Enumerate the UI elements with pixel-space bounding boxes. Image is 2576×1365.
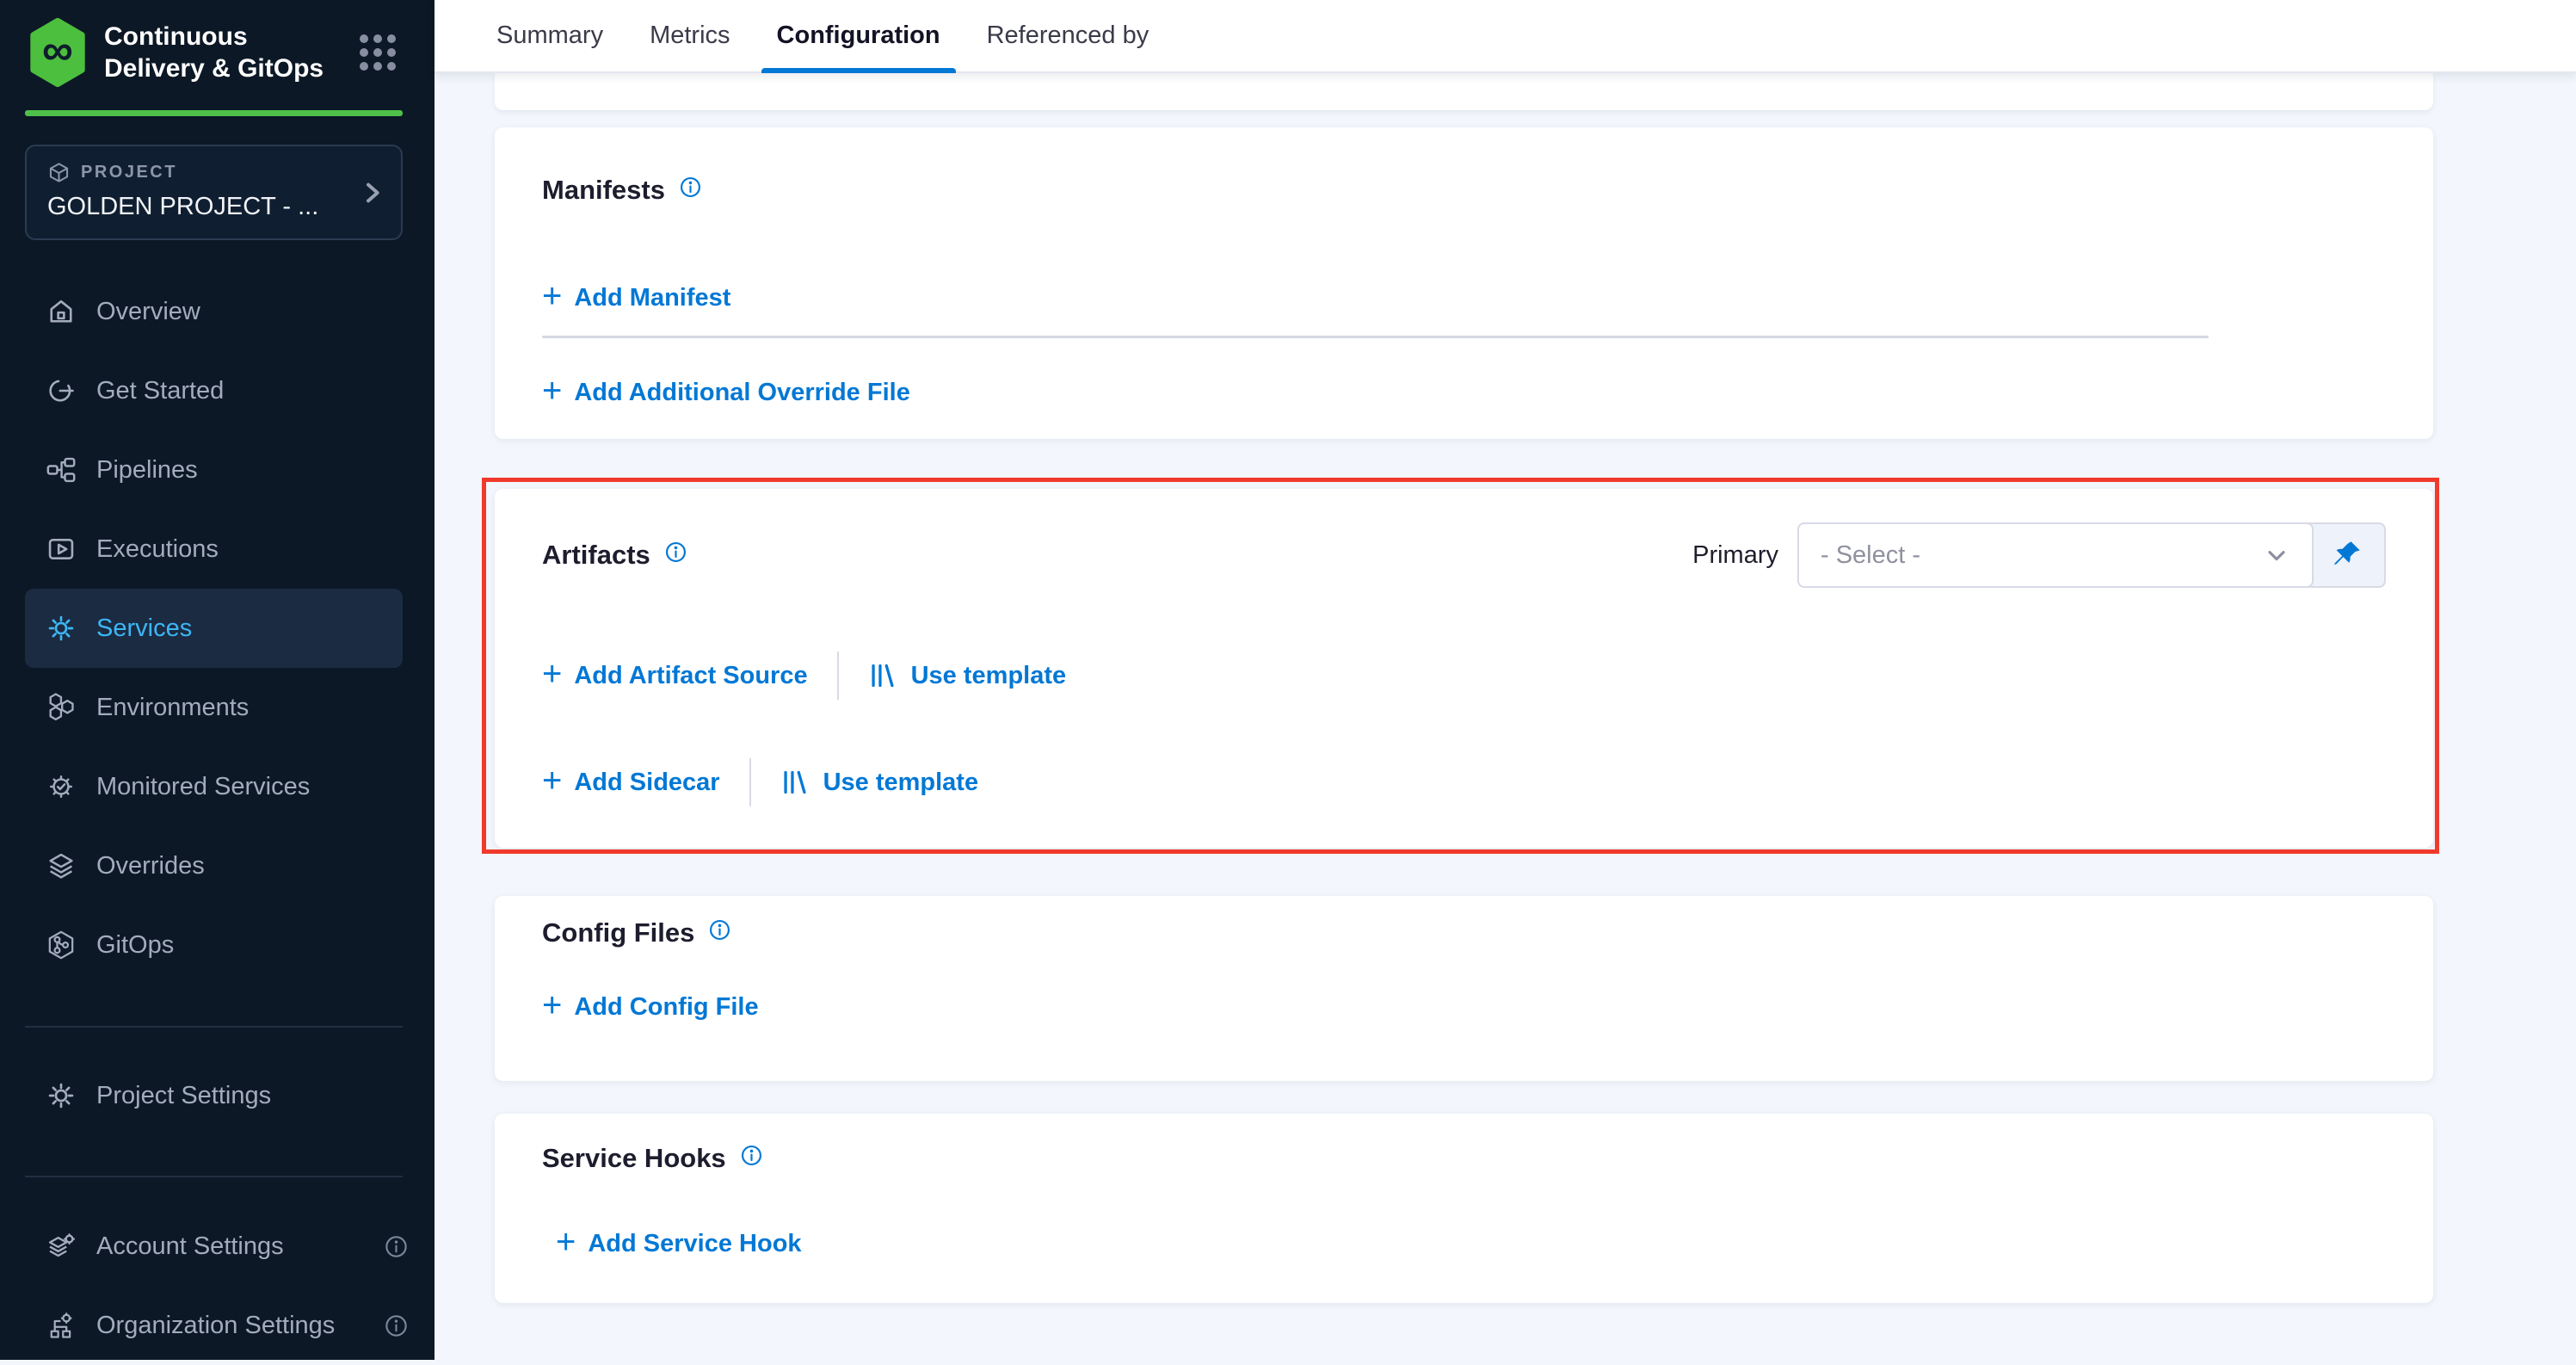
primary-artifact-control: Primary - Select - xyxy=(1692,522,2386,588)
gitops-icon xyxy=(46,930,77,960)
info-icon[interactable] xyxy=(707,917,732,942)
account-settings-icon xyxy=(46,1231,77,1262)
services-gear-icon xyxy=(46,613,77,644)
chevron-down-icon xyxy=(2263,541,2290,569)
artifacts-title: Artifacts xyxy=(542,540,650,571)
config-files-card: Config Files + Add Config File xyxy=(495,896,2433,1081)
manifests-card: Manifests + Add Manifest + Add Additiona… xyxy=(495,127,2433,439)
add-additional-override-file-button[interactable]: + Add Additional Override File xyxy=(542,377,910,408)
cube-icon xyxy=(47,161,71,184)
organization-settings-icon xyxy=(46,1310,77,1341)
chevron-right-icon xyxy=(358,179,385,207)
primary-artifact-select[interactable]: - Select - xyxy=(1797,522,2314,588)
project-settings-gear-icon xyxy=(46,1080,77,1111)
pin-icon xyxy=(2329,538,2363,572)
sidebar-item-overrides[interactable]: Overrides xyxy=(25,826,403,905)
svg-text:∞: ∞ xyxy=(42,25,73,74)
project-name: GOLDEN PROJECT - ... xyxy=(47,193,380,221)
sidebar-item-monitored-services[interactable]: Monitored Services xyxy=(25,747,403,826)
plus-icon: + xyxy=(556,1225,576,1259)
artifacts-card: Artifacts Primary - Select - xyxy=(495,489,2433,848)
plus-icon: + xyxy=(542,657,562,691)
module-header: ∞ Continuous Delivery & GitOps xyxy=(25,17,410,88)
sidebar-item-organization-settings[interactable]: Organization Settings xyxy=(25,1286,423,1365)
manifests-title: Manifests xyxy=(542,175,665,206)
primary-label: Primary xyxy=(1692,541,1778,570)
service-hooks-card: Service Hooks + Add Service Hook xyxy=(495,1114,2433,1303)
sidebar-nav: Overview Get Started Pipelines xyxy=(25,272,403,985)
project-label: PROJECT xyxy=(81,163,177,182)
get-started-icon xyxy=(46,375,77,406)
previous-card-partial xyxy=(495,73,2433,110)
info-icon[interactable] xyxy=(663,540,688,565)
vertical-divider xyxy=(837,652,839,700)
module-switcher-icon[interactable] xyxy=(360,34,396,71)
home-icon xyxy=(46,296,77,327)
plus-icon: + xyxy=(542,988,562,1022)
app-root: ∞ Continuous Delivery & GitOps PROJECT G… xyxy=(0,0,2576,1360)
pin-button[interactable] xyxy=(2305,522,2386,588)
project-selector[interactable]: PROJECT GOLDEN PROJECT - ... xyxy=(25,145,403,240)
sidebar-divider xyxy=(25,1026,403,1028)
info-icon[interactable] xyxy=(383,1312,410,1339)
template-library-icon xyxy=(780,768,810,797)
sidebar-divider xyxy=(25,1176,403,1177)
sidebar-item-project-settings[interactable]: Project Settings xyxy=(25,1056,423,1135)
add-sidecar-button[interactable]: + Add Sidecar xyxy=(542,767,720,798)
sidebar-item-account-settings[interactable]: Account Settings xyxy=(25,1207,423,1286)
sidebar-item-gitops[interactable]: GitOps xyxy=(25,905,403,985)
plus-icon: + xyxy=(542,763,562,798)
info-icon[interactable] xyxy=(739,1143,764,1168)
vertical-divider xyxy=(749,758,751,806)
sidebar-item-environments[interactable]: Environments xyxy=(25,668,403,747)
tab-referenced-by[interactable]: Referenced by xyxy=(987,0,1149,71)
manifests-divider xyxy=(542,336,2209,338)
tab-configuration[interactable]: Configuration xyxy=(777,0,940,71)
module-accent-bar xyxy=(25,110,403,116)
config-files-title: Config Files xyxy=(542,917,694,948)
tab-metrics[interactable]: Metrics xyxy=(650,0,730,71)
add-config-file-button[interactable]: + Add Config File xyxy=(542,991,759,1022)
tab-bar: Summary Metrics Configuration Referenced… xyxy=(434,0,2576,73)
template-library-icon xyxy=(868,661,897,690)
overrides-layers-icon xyxy=(46,850,77,881)
pipelines-icon xyxy=(46,454,77,485)
plus-icon: + xyxy=(542,374,562,408)
module-title: Continuous Delivery & GitOps xyxy=(104,21,360,84)
sidebar: ∞ Continuous Delivery & GitOps PROJECT G… xyxy=(0,0,434,1360)
use-template-sidecar-button[interactable]: Use template xyxy=(780,768,979,797)
sidebar-item-overview[interactable]: Overview xyxy=(25,272,403,351)
service-hooks-title: Service Hooks xyxy=(542,1143,726,1174)
sidebar-item-pipelines[interactable]: Pipelines xyxy=(25,430,403,510)
add-manifest-button[interactable]: + Add Manifest xyxy=(542,282,730,313)
sidebar-item-services[interactable]: Services xyxy=(25,589,403,668)
sidebar-item-get-started[interactable]: Get Started xyxy=(25,351,403,430)
info-icon[interactable] xyxy=(383,1233,410,1260)
plus-icon: + xyxy=(542,279,562,313)
sidebar-item-executions[interactable]: Executions xyxy=(25,510,403,589)
use-template-artifact-button[interactable]: Use template xyxy=(868,661,1067,690)
monitored-services-icon xyxy=(46,771,77,802)
add-service-hook-button[interactable]: + Add Service Hook xyxy=(556,1228,802,1259)
harness-cd-logo-icon: ∞ xyxy=(25,17,90,88)
tab-summary[interactable]: Summary xyxy=(496,0,603,71)
executions-icon xyxy=(46,534,77,565)
add-artifact-source-button[interactable]: + Add Artifact Source xyxy=(542,660,808,691)
info-icon[interactable] xyxy=(678,175,703,200)
environments-icon xyxy=(46,692,77,723)
